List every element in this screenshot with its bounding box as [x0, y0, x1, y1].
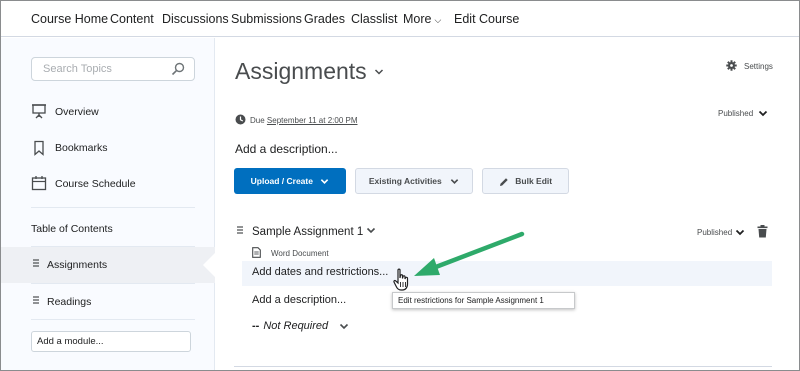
course-navbar: Course Home Content Discussions Submissi…: [1, 1, 799, 37]
nav-submissions[interactable]: Submissions: [231, 12, 302, 26]
clock-icon: [235, 114, 246, 125]
calendar-icon: [31, 176, 47, 191]
gear-icon[interactable]: [726, 60, 737, 71]
add-module-input[interactable]: Add a module...: [31, 331, 191, 352]
hand-pointer-cursor-icon: [393, 268, 409, 291]
upload-create-label: Upload / Create: [250, 176, 313, 186]
item-published-label[interactable]: Published: [697, 228, 732, 237]
document-icon: [252, 247, 261, 258]
sidebar-item-bookmarks[interactable]: Bookmarks: [55, 142, 108, 154]
sidebar-divider: [31, 283, 195, 284]
due-date: Due September 11 at 2:00 PM: [250, 116, 358, 125]
sidebar-divider: [31, 207, 195, 208]
completion-label: Not Required: [263, 320, 329, 332]
due-date-link[interactable]: September 11 at 2:00 PM: [267, 116, 358, 125]
tooltip: Edit restrictions for Sample Assignment …: [392, 292, 575, 309]
nav-discussions[interactable]: Discussions: [162, 12, 229, 26]
nav-edit-course[interactable]: Edit Course: [454, 12, 519, 26]
search-icon[interactable]: [171, 62, 185, 76]
nav-course-home[interactable]: Course Home: [31, 12, 108, 26]
search-placeholder: Search Topics: [43, 63, 112, 75]
nav-classlist[interactable]: Classlist: [351, 12, 398, 26]
item-add-description-link[interactable]: Add a description...: [252, 294, 346, 306]
nav-content[interactable]: Content: [110, 12, 154, 26]
toc-heading[interactable]: Table of Contents: [31, 223, 113, 235]
presentation-icon: [32, 104, 46, 119]
chevron-down-icon: ⌵: [434, 15, 442, 25]
document-type-label: Word Document: [271, 249, 329, 258]
settings-link[interactable]: Settings: [744, 62, 773, 71]
chevron-down-icon[interactable]: [374, 68, 384, 76]
toc-module-readings[interactable]: Readings: [47, 296, 91, 308]
chevron-down-icon[interactable]: [735, 229, 745, 236]
annotation-arrow-icon: [414, 231, 525, 276]
bookmark-icon: [34, 140, 44, 156]
chevron-down-icon[interactable]: [758, 110, 768, 117]
published-label: Published: [718, 109, 754, 118]
active-indicator-notch: [203, 253, 215, 277]
sidebar-item-course-schedule[interactable]: Course Schedule: [55, 178, 136, 190]
sidebar-divider: [31, 319, 195, 320]
completion-tracking-dropdown[interactable]: -- Not Required: [252, 320, 328, 332]
nav-grades[interactable]: Grades: [304, 12, 345, 26]
chevron-down-icon: [321, 179, 329, 185]
section-divider: [234, 366, 772, 367]
due-prefix: Due: [250, 116, 265, 125]
completion-dash: --: [252, 320, 260, 332]
page-title: Assignments: [235, 58, 367, 84]
sidebar-item-overview[interactable]: Overview: [55, 106, 99, 118]
published-status-dropdown[interactable]: Published: [718, 109, 753, 118]
nav-more[interactable]: More ⌵: [403, 12, 441, 26]
trash-icon[interactable]: [757, 225, 768, 238]
drag-handle-icon[interactable]: [236, 225, 244, 235]
existing-activities-label: Existing Activities: [368, 176, 442, 186]
add-description-link[interactable]: Add a description...: [235, 142, 338, 156]
pencil-icon: [499, 178, 508, 186]
upload-create-button[interactable]: Upload / Create: [234, 168, 346, 194]
sidebar: [1, 38, 215, 370]
chevron-down-icon[interactable]: [339, 323, 349, 330]
add-dates-restrictions-link[interactable]: Add dates and restrictions...: [252, 266, 388, 278]
chevron-down-icon[interactable]: [366, 227, 376, 234]
chevron-down-icon: [450, 179, 459, 185]
nav-more-label: More: [403, 12, 432, 26]
toc-module-assignments[interactable]: Assignments: [47, 259, 107, 271]
assignment-title-link[interactable]: Sample Assignment 1: [252, 226, 363, 238]
drag-handle-icon[interactable]: [31, 258, 41, 268]
bulk-edit-button[interactable]: Bulk Edit: [482, 168, 569, 194]
drag-handle-icon[interactable]: [31, 295, 41, 305]
bulk-edit-label: Bulk Edit: [515, 176, 553, 186]
existing-activities-button[interactable]: Existing Activities: [355, 168, 473, 194]
search-topics-input[interactable]: Search Topics: [31, 57, 195, 81]
